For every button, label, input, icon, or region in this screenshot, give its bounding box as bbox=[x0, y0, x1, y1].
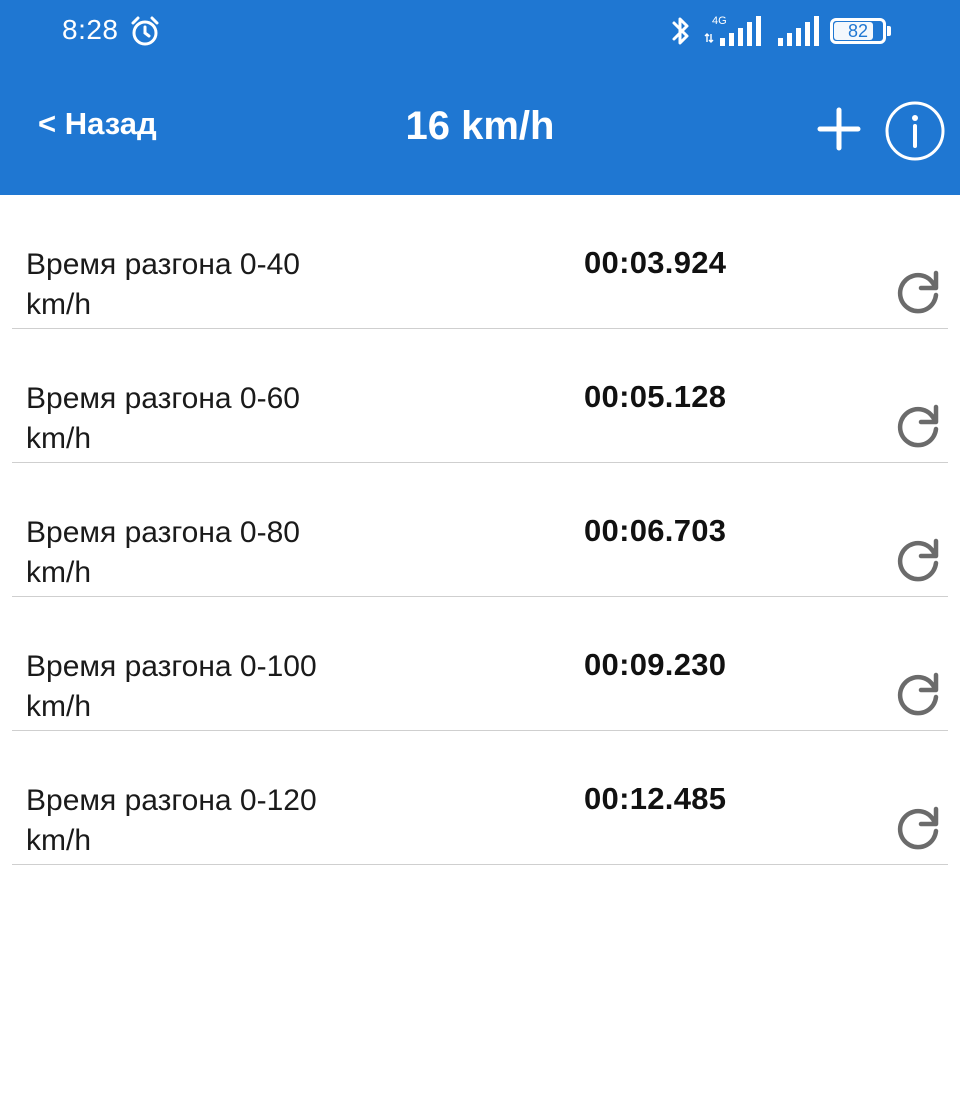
cellular-signal-icon bbox=[776, 12, 822, 48]
status-time: 8:28 bbox=[62, 14, 119, 45]
acceleration-label: Время разгона 0-100 km/h bbox=[26, 650, 317, 723]
info-button[interactable] bbox=[884, 100, 946, 162]
divider bbox=[12, 864, 948, 865]
battery-icon: 82 bbox=[830, 18, 892, 44]
list-item: Время разгона 0-80 km/h 00:06.703 bbox=[0, 463, 960, 597]
refresh-icon[interactable] bbox=[892, 533, 944, 585]
refresh-icon[interactable] bbox=[892, 399, 944, 451]
status-bar: 8:28 4G 82 bbox=[0, 0, 960, 64]
battery-percent: 82 bbox=[847, 21, 869, 41]
acceleration-time: 00:09.230 bbox=[584, 647, 727, 682]
cellular-4g-signal-icon: 4G bbox=[704, 12, 768, 48]
network-type-label: 4G bbox=[712, 15, 727, 27]
bluetooth-icon bbox=[668, 14, 694, 48]
acceleration-time: 00:12.485 bbox=[584, 781, 727, 816]
list-item: Время разгона 0-60 km/h 00:05.128 bbox=[0, 329, 960, 463]
list-item: Время разгона 0-40 km/h 00:03.924 bbox=[0, 195, 960, 329]
alarm-clock-icon bbox=[128, 14, 162, 48]
refresh-icon[interactable] bbox=[892, 801, 944, 853]
acceleration-label: Время разгона 0-60 km/h bbox=[26, 382, 300, 455]
acceleration-label: Время разгона 0-80 km/h bbox=[26, 516, 300, 589]
app-header: 8:28 4G 82 < Назад 16 km/h bbox=[0, 0, 960, 195]
list-item: Время разгона 0-120 km/h 00:12.485 bbox=[0, 731, 960, 865]
acceleration-time: 00:05.128 bbox=[584, 379, 727, 414]
add-button[interactable] bbox=[816, 106, 862, 152]
acceleration-label: Время разгона 0-40 km/h bbox=[26, 248, 300, 321]
refresh-icon[interactable] bbox=[892, 265, 944, 317]
acceleration-time: 00:03.924 bbox=[584, 245, 727, 280]
plus-icon bbox=[817, 107, 861, 151]
list-item: Время разгона 0-100 km/h 00:09.230 bbox=[0, 597, 960, 731]
acceleration-time: 00:06.703 bbox=[584, 513, 727, 548]
info-icon bbox=[885, 101, 945, 161]
acceleration-label: Время разгона 0-120 km/h bbox=[26, 784, 317, 857]
refresh-icon[interactable] bbox=[892, 667, 944, 719]
back-button[interactable]: < Назад bbox=[38, 106, 157, 142]
